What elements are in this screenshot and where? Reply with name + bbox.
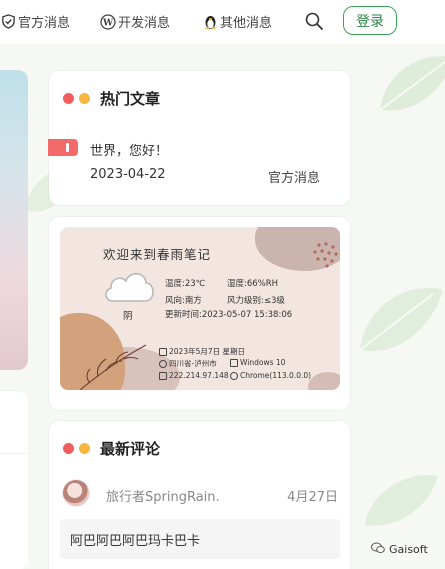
latest-comments-card: 最新评论 旅行者SpringRain. 4月27日 阿巴阿巴阿巴玛卡巴卡 [49,421,350,569]
comment-author[interactable]: 旅行者SpringRain. [106,486,220,505]
svg-text:W: W [102,18,114,28]
update-time-text: 更新时间:2023-05-07 15:38:06 [165,310,293,320]
browser-info: Chrome(113.0.0.0) [230,371,311,380]
watermark-text: Gaisoft [389,543,428,556]
ip-text: 222.214.97.148 [169,371,229,380]
card-header: 热门文章 [63,88,160,109]
avatar[interactable] [62,479,90,507]
yellow-dot-icon [79,443,90,454]
calendar-icon [159,347,167,356]
wechat-icon [371,542,385,557]
weather-banner: 欢迎来到春雨笔记 阴 温度:23℃ 湿度:66%RH 风向:南方 风力级别:≤3… [60,227,340,390]
humidity-text: 湿度:66%RH [227,279,279,289]
os-info: Windows 10 [230,358,285,367]
penguin-icon [202,14,218,30]
date-text: 2023年5月7日 星期日 [169,347,246,356]
hot-articles-card: 热门文章 世界，您好！ 2023-04-22 官方消息 [48,71,350,205]
search-icon [304,12,324,35]
comment-date: 4月27日 [287,490,338,505]
weather-greeting: 欢迎来到春雨笔记 [103,247,212,262]
divider [0,453,28,454]
browser-icon [230,371,238,380]
hot-tag-icon [48,139,78,156]
card-title: 热门文章 [100,90,161,108]
shield-check-icon [0,14,16,30]
post-date: 2023-04-22 [90,167,166,182]
location-text: 四川省-泸州市 [169,359,217,368]
red-dot-icon [63,93,74,104]
wind-direction-text: 风向:南方 [165,296,202,306]
weather-card: 欢迎来到春雨笔记 阴 温度:23℃ 湿度:66%RH 风向:南方 风力级别:≤3… [49,217,350,410]
dots-decoration [313,242,338,268]
nav-label: 官方消息 [18,16,71,31]
nav-label: 其他消息 [220,16,273,31]
location-pin-icon [159,359,167,368]
nav-item-other-news[interactable]: 其他消息 [202,12,272,31]
left-card-partial [0,390,28,569]
leaf-decoration [360,470,440,530]
nav-label: 开发消息 [118,16,171,31]
featured-banner-partial[interactable] [0,70,28,370]
temperature-text: 温度:23℃ [165,279,206,289]
nav-item-dev-news[interactable]: W 开发消息 [100,12,170,31]
top-navigation: 官方消息 W 开发消息 其他消息 登录 [0,0,445,44]
login-button[interactable]: 登录 [343,6,397,35]
wordpress-icon: W [100,13,116,30]
ip-info: 222.214.97.148 [159,371,229,380]
red-dot-icon [63,443,74,454]
nav-item-official-news[interactable]: 官方消息 [0,12,70,31]
wind-level-text: 风力级别:≤3级 [227,296,285,306]
comment-text: 阿巴阿巴阿巴玛卡巴卡 [70,534,201,549]
ip-icon [159,371,167,380]
weather-condition: 阴 [123,311,133,322]
leaf-decoration [355,280,445,360]
browser-text: Chrome(113.0.0.0) [240,371,312,380]
date-info: 2023年5月7日 星期日 [159,346,245,357]
card-header: 最新评论 [63,438,160,459]
card-title: 最新评论 [100,440,161,458]
location-info: 四川省-泸州市 [159,358,217,369]
search-button[interactable] [304,11,324,31]
monitor-icon [230,358,238,367]
post-category-link[interactable]: 官方消息 [268,167,320,186]
yellow-dot-icon [79,93,90,104]
comment-content[interactable]: 阿巴阿巴阿巴玛卡巴卡 [60,519,340,559]
cloud-icon [101,267,157,311]
os-text: Windows 10 [240,358,286,367]
watermark: Gaisoft [371,542,428,557]
plant-decoration [79,344,147,390]
post-title-link[interactable]: 世界，您好！ [90,140,168,159]
decor-shape [308,372,340,390]
leaf-decoration [375,50,445,120]
